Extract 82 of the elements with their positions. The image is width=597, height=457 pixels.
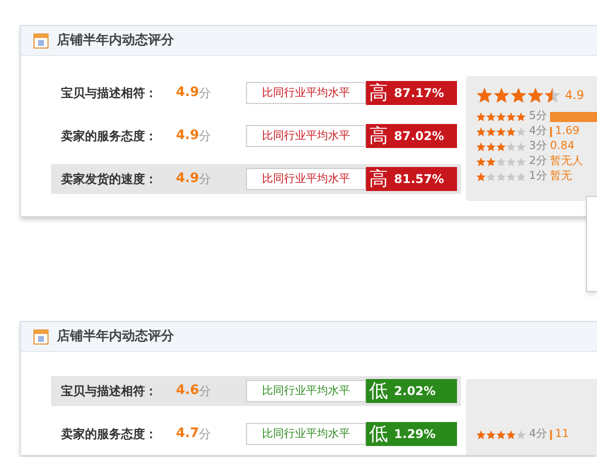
star-icon (486, 172, 496, 182)
percent-value: 1.29% (394, 426, 436, 443)
star-icon (476, 430, 486, 440)
share-value: 0.84 (550, 138, 574, 154)
share-value: 暂无人 (550, 153, 583, 170)
star-level-label: 4分 (529, 123, 547, 140)
trend-text: 高 (369, 170, 388, 188)
star-icon (493, 86, 510, 104)
score-unit: 分 (199, 85, 212, 102)
compare-tag: 比同行业平均水平 (246, 380, 366, 402)
star-level-label: 5分 (529, 108, 547, 124)
star-icon (506, 126, 516, 136)
percent-value: 81.57% (394, 171, 444, 188)
compare-tag: 比同行业平均水平 (246, 423, 366, 445)
rating-label: 卖家的服务态度： (61, 128, 158, 145)
rating-label: 宝贝与描述相符： (61, 383, 158, 400)
panel-title: 店铺半年内动态评分 (57, 328, 174, 346)
score-value: 4.7 (176, 425, 200, 444)
star-icon (486, 430, 496, 440)
star-icon (496, 142, 506, 152)
share-value: 暂无 (550, 168, 572, 184)
score-unit: 分 (199, 171, 212, 188)
trend-text: 高 (369, 84, 388, 102)
compare-tag: 比同行业平均水平 (246, 125, 366, 147)
score-value: 4.6 (176, 382, 200, 400)
star-icon (506, 172, 516, 182)
rating-label: 卖家的服务态度： (61, 426, 158, 443)
star-icon (516, 156, 526, 166)
score-value: 4.9 (176, 84, 200, 102)
percent-value: 87.02% (394, 128, 444, 145)
star-icon (476, 156, 486, 166)
score-unit: 分 (199, 128, 212, 145)
score-unit: 分 (199, 426, 212, 443)
percent-value: 87.17% (394, 85, 444, 102)
star-icon (486, 112, 496, 122)
star-icon (516, 172, 526, 182)
star-icon (510, 86, 527, 104)
star-icon (527, 86, 544, 104)
average-score: 4.9 (565, 87, 584, 104)
share-bar (550, 112, 597, 122)
score-value: 4.9 (176, 127, 200, 146)
rating-label: 卖家发货的速度： (61, 171, 158, 188)
trend-text: 低 (369, 382, 388, 400)
star-icon (506, 112, 516, 122)
star-icon (496, 126, 506, 136)
score-unit: 分 (199, 383, 212, 400)
rating-label: 宝贝与描述相符： (61, 85, 158, 102)
star-icon (516, 142, 526, 152)
score-value: 4.9 (176, 170, 200, 188)
star-level-label: 2分 (529, 153, 547, 170)
star-level-label: 4分 (529, 426, 547, 442)
share-value: 11 (555, 426, 569, 442)
star-level-label: 3分 (529, 138, 547, 154)
star-icon (516, 112, 526, 122)
trend-text: 低 (369, 424, 388, 444)
star-icon (476, 112, 486, 122)
star-icon (544, 86, 561, 104)
calendar-icon (33, 328, 49, 344)
star-icon (516, 430, 526, 440)
star-icon (486, 142, 496, 152)
star-icon (496, 112, 506, 122)
panel-title: 店铺半年内动态评分 (57, 32, 174, 50)
star-icon (496, 156, 506, 166)
compare-tag: 比同行业平均水平 (246, 168, 366, 190)
star-icon (506, 142, 516, 152)
star-icon (496, 172, 506, 182)
star-icon (506, 156, 516, 166)
star-icon (486, 126, 496, 136)
star-icon (496, 430, 506, 440)
share-value: 1.69 (555, 123, 580, 140)
star-icon (476, 86, 493, 104)
compare-tag: 比同行业平均水平 (246, 82, 366, 104)
star-level-label: 1分 (529, 168, 547, 184)
star-icon (476, 142, 486, 152)
star-icon (486, 156, 496, 166)
star-icon (476, 172, 486, 182)
trend-text: 高 (369, 126, 388, 146)
calendar-icon (33, 32, 49, 48)
star-icon (476, 126, 486, 136)
star-icon (516, 126, 526, 136)
star-icon (506, 430, 516, 440)
percent-value: 2.02% (394, 383, 436, 400)
